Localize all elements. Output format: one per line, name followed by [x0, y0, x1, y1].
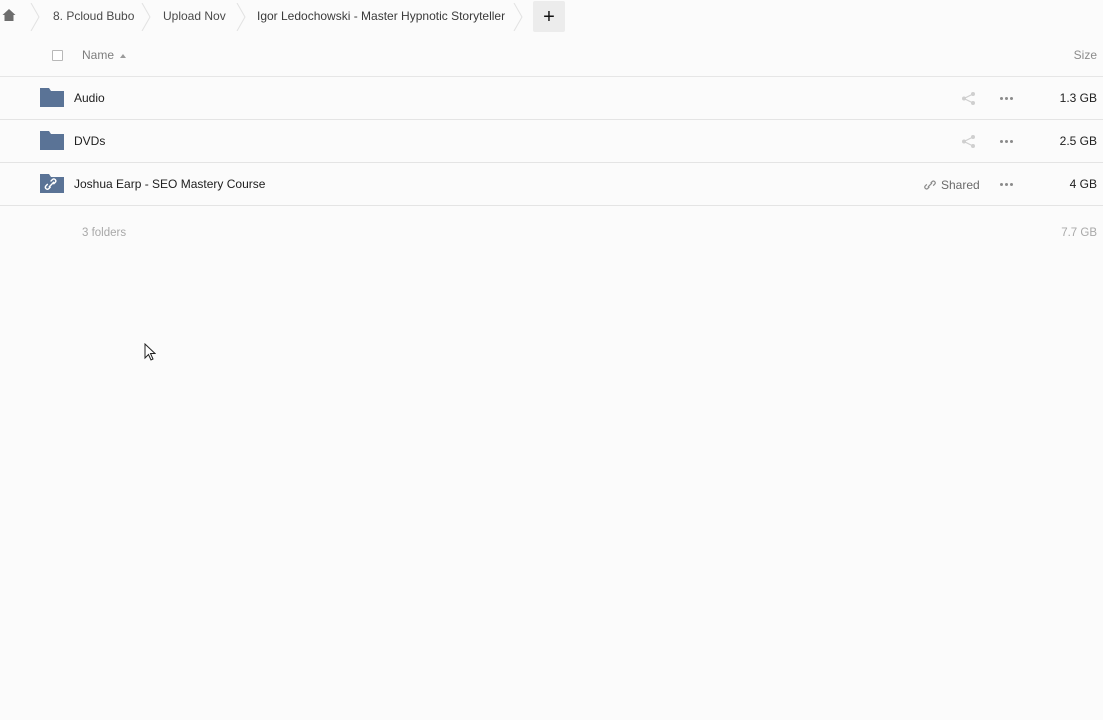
- breadcrumb-separator-icon: [30, 3, 40, 31]
- shared-folder-icon: [40, 174, 64, 193]
- list-item[interactable]: DVDs 2.5 GB: [0, 120, 1103, 163]
- file-browser: 8. Pcloud Bubo Upload Nov Igor Ledochows…: [0, 0, 1103, 720]
- item-size: 4 GB: [1069, 177, 1097, 191]
- more-options-icon[interactable]: [1000, 91, 1014, 105]
- item-name: DVDs: [74, 134, 106, 148]
- list-item[interactable]: Joshua Earp - SEO Mastery Course Shared …: [0, 163, 1103, 206]
- breadcrumb-separator-icon: [141, 3, 151, 31]
- share-icon[interactable]: [961, 91, 976, 106]
- more-options-icon[interactable]: [1000, 177, 1014, 191]
- link-icon: [924, 180, 936, 189]
- add-button[interactable]: +: [533, 1, 565, 32]
- folder-icon: [40, 131, 64, 150]
- list-item[interactable]: Audio 1.3 GB: [0, 77, 1103, 120]
- breadcrumb-separator-icon: [513, 3, 523, 31]
- breadcrumb-separator-icon: [236, 3, 246, 31]
- sort-ascending-icon[interactable]: [120, 54, 126, 58]
- name-column-header[interactable]: Name: [82, 48, 114, 62]
- folder-count: 3 folders: [82, 227, 127, 239]
- item-name: Audio: [74, 91, 105, 105]
- more-options-icon[interactable]: [1000, 134, 1014, 148]
- size-column-header[interactable]: Size: [1074, 48, 1097, 62]
- home-icon[interactable]: [2, 8, 16, 22]
- list-header: Name Size: [0, 34, 1103, 77]
- breadcrumb-current[interactable]: Igor Ledochowski - Master Hypnotic Story…: [257, 9, 505, 23]
- breadcrumb-item[interactable]: Upload Nov: [163, 9, 226, 23]
- item-name: Joshua Earp - SEO Mastery Course: [74, 177, 266, 191]
- item-size: 1.3 GB: [1059, 91, 1097, 105]
- breadcrumb: 8. Pcloud Bubo Upload Nov Igor Ledochows…: [0, 0, 1103, 33]
- folder-icon: [40, 88, 64, 107]
- select-all-checkbox[interactable]: [52, 50, 63, 61]
- item-size: 2.5 GB: [1059, 134, 1097, 148]
- breadcrumb-item[interactable]: 8. Pcloud Bubo: [53, 9, 134, 23]
- share-icon[interactable]: [961, 134, 976, 149]
- shared-indicator[interactable]: Shared: [924, 177, 980, 192]
- mouse-pointer-icon: [144, 343, 156, 361]
- total-size: 7.7 GB: [1061, 227, 1097, 239]
- shared-label: Shared: [941, 177, 980, 192]
